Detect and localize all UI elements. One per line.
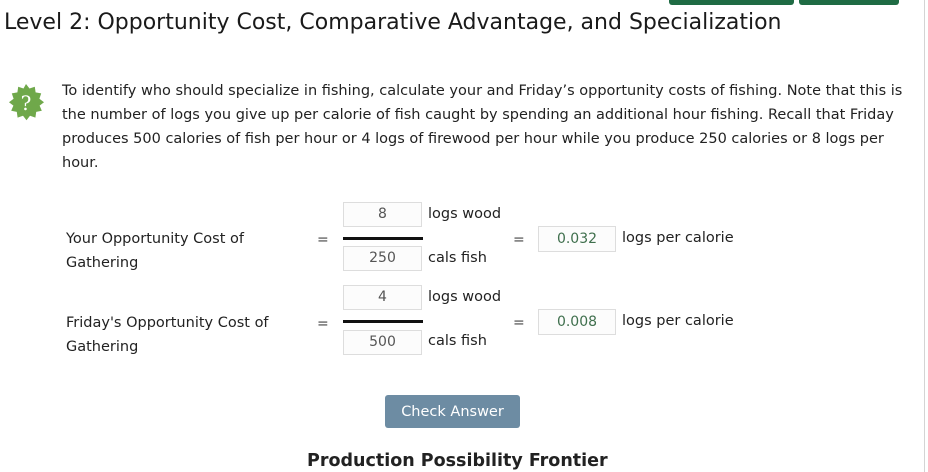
your-result-field[interactable]: 0.032 — [538, 226, 616, 252]
question-mark-seal-icon: ? — [5, 81, 47, 123]
svg-text:?: ? — [21, 91, 32, 115]
your-numerator-field[interactable]: 8 — [343, 202, 422, 227]
friday-result-field[interactable]: 0.008 — [538, 309, 616, 335]
top-nav-button-2[interactable] — [799, 0, 899, 5]
denominator-unit-label: cals fish — [428, 333, 487, 349]
friday-numerator-field[interactable]: 4 — [343, 285, 422, 310]
check-answer-button[interactable]: Check Answer — [385, 395, 520, 428]
your-opportunity-cost-label: Your Opportunity Cost of Gathering — [66, 231, 245, 271]
numerator-unit-label: logs wood — [428, 289, 502, 305]
equals-sign: = — [513, 232, 525, 248]
friday-denominator-field[interactable]: 500 — [343, 330, 422, 355]
instructions-text: To identify who should specialize in fis… — [62, 83, 903, 171]
ppf-section-title: Production Possibility Frontier — [307, 451, 608, 471]
equals-sign: = — [317, 316, 329, 332]
denominator-unit-label: cals fish — [428, 250, 487, 266]
your-denominator-field[interactable]: 250 — [343, 246, 422, 271]
fraction-bar — [343, 320, 423, 323]
fraction-bar — [343, 237, 423, 240]
page-border — [924, 0, 925, 472]
equals-sign: = — [317, 232, 329, 248]
page-title: Level 2: Opportunity Cost, Comparative A… — [4, 10, 782, 35]
result-unit-label: logs per calorie — [622, 230, 734, 246]
result-unit-label: logs per calorie — [622, 313, 734, 329]
numerator-unit-label: logs wood — [428, 206, 502, 222]
top-nav-button[interactable] — [669, 0, 794, 5]
equals-sign: = — [513, 315, 525, 331]
friday-opportunity-cost-label: Friday's Opportunity Cost of Gathering — [66, 315, 269, 355]
